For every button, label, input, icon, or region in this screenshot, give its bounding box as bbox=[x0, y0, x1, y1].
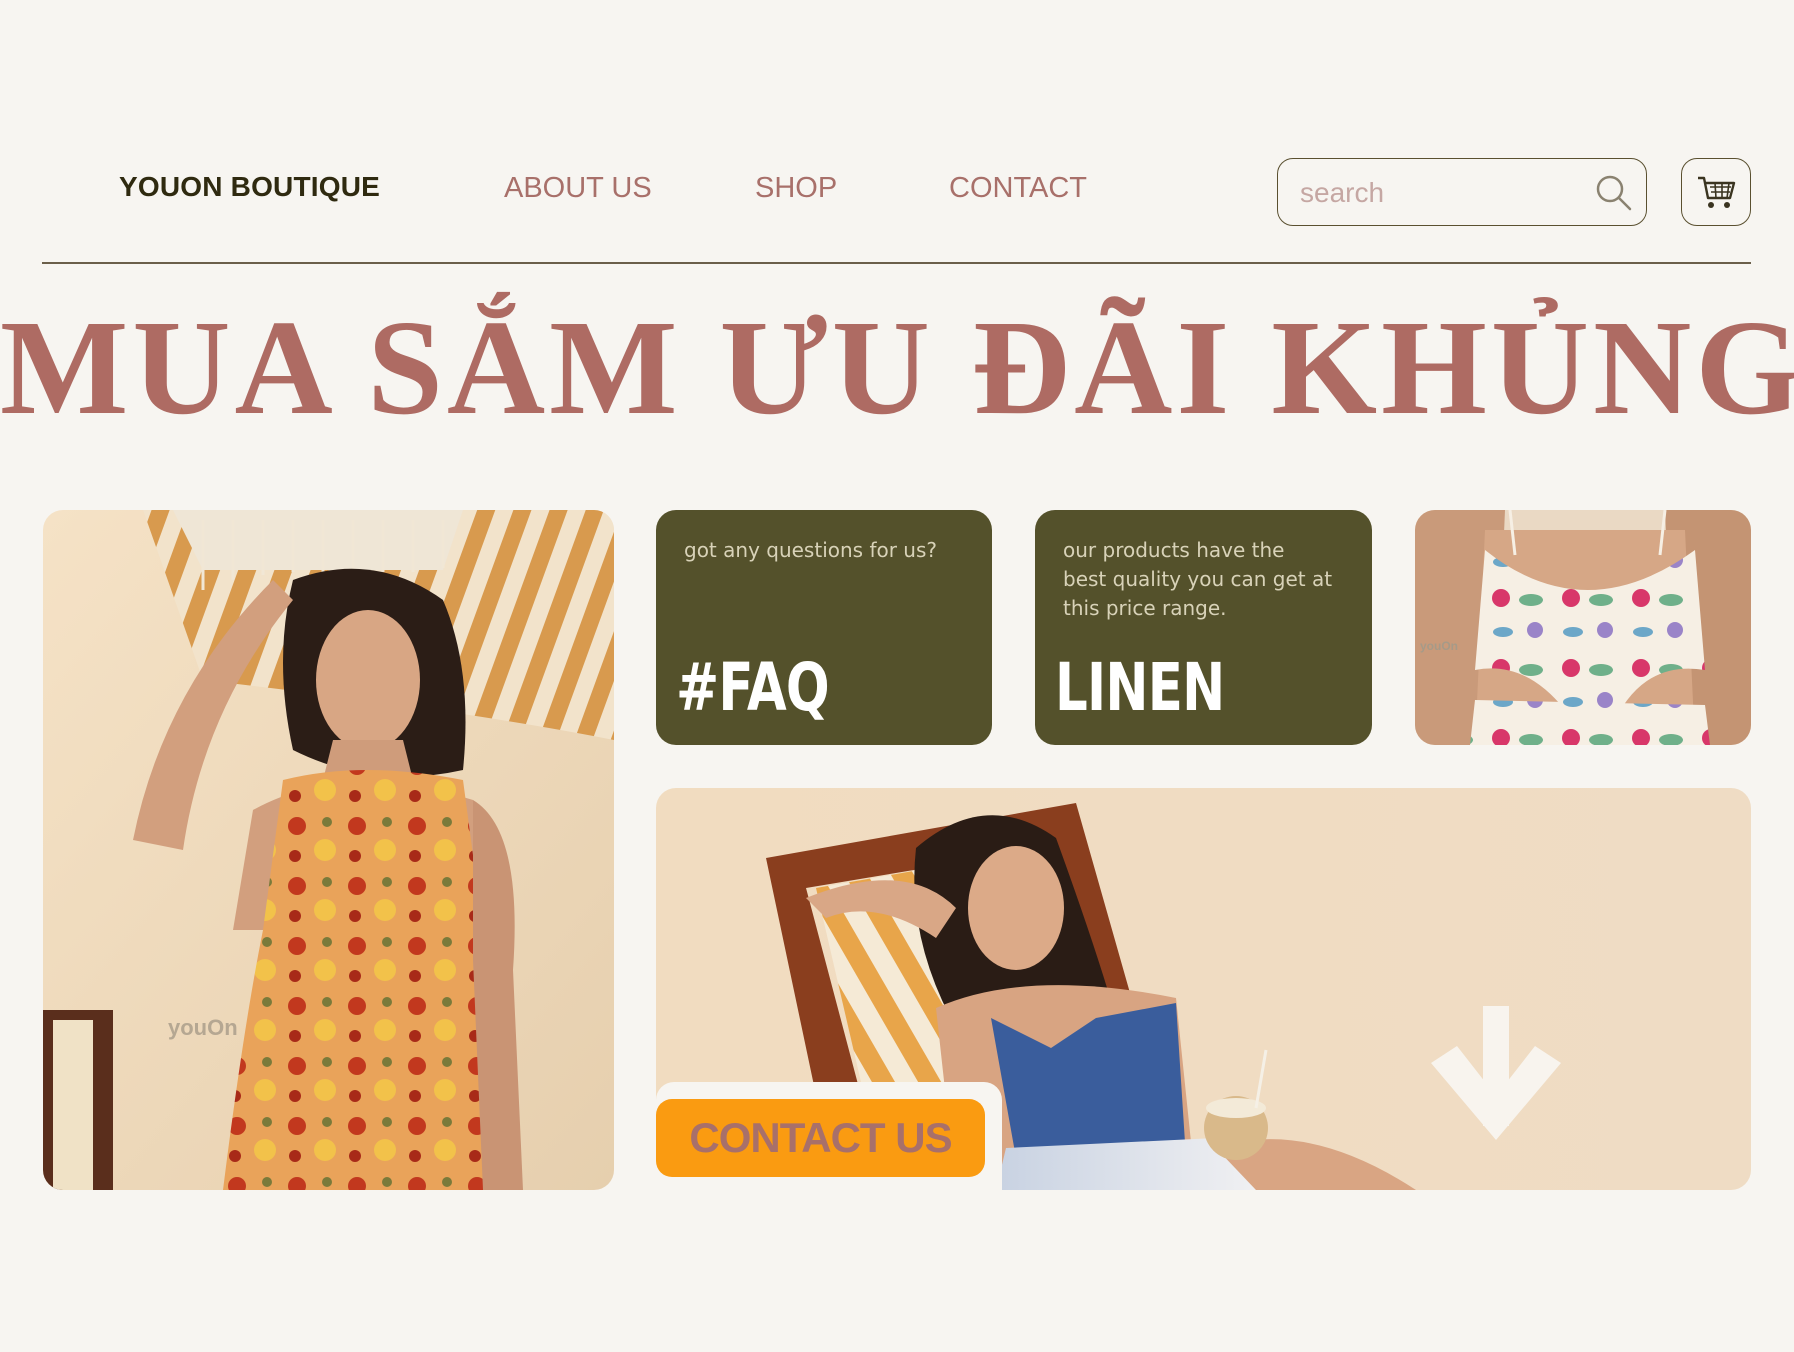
brand-logo[interactable]: YOUON BOUTIQUE bbox=[119, 171, 380, 203]
nav-contact[interactable]: CONTACT bbox=[949, 172, 1087, 205]
cart-icon bbox=[1698, 176, 1736, 208]
linen-card[interactable]: our products have the best quality you c… bbox=[1035, 510, 1372, 745]
contact-us-button[interactable]: CONTACT US bbox=[656, 1099, 985, 1177]
model-orange-dress-photo[interactable]: youOn bbox=[43, 510, 614, 1190]
watermark-youon-left: youOn bbox=[168, 1015, 238, 1040]
faq-card[interactable]: got any questions for us? #FAQ bbox=[656, 510, 992, 745]
linen-card-tag: LINEN bbox=[1055, 649, 1225, 726]
nav-shop[interactable]: SHOP bbox=[755, 172, 837, 205]
cart-button[interactable] bbox=[1681, 158, 1751, 226]
model-floral-top-photo[interactable]: youOn bbox=[1415, 510, 1751, 745]
search-icon[interactable] bbox=[1594, 173, 1634, 213]
faq-card-tag: #FAQ bbox=[676, 649, 830, 726]
nav-about-us[interactable]: ABOUT US bbox=[504, 172, 652, 205]
watermark-youon-right: youOn bbox=[1420, 639, 1458, 653]
hero-headline: MUA SẮM ƯU ĐÃI KHỦNG bbox=[0, 293, 1794, 443]
faq-card-text: got any questions for us? bbox=[684, 538, 938, 562]
search-input[interactable] bbox=[1298, 171, 1582, 215]
search-bar bbox=[1277, 158, 1647, 226]
linen-card-text: our products have the best quality you c… bbox=[1063, 538, 1333, 620]
header-divider bbox=[42, 262, 1751, 264]
